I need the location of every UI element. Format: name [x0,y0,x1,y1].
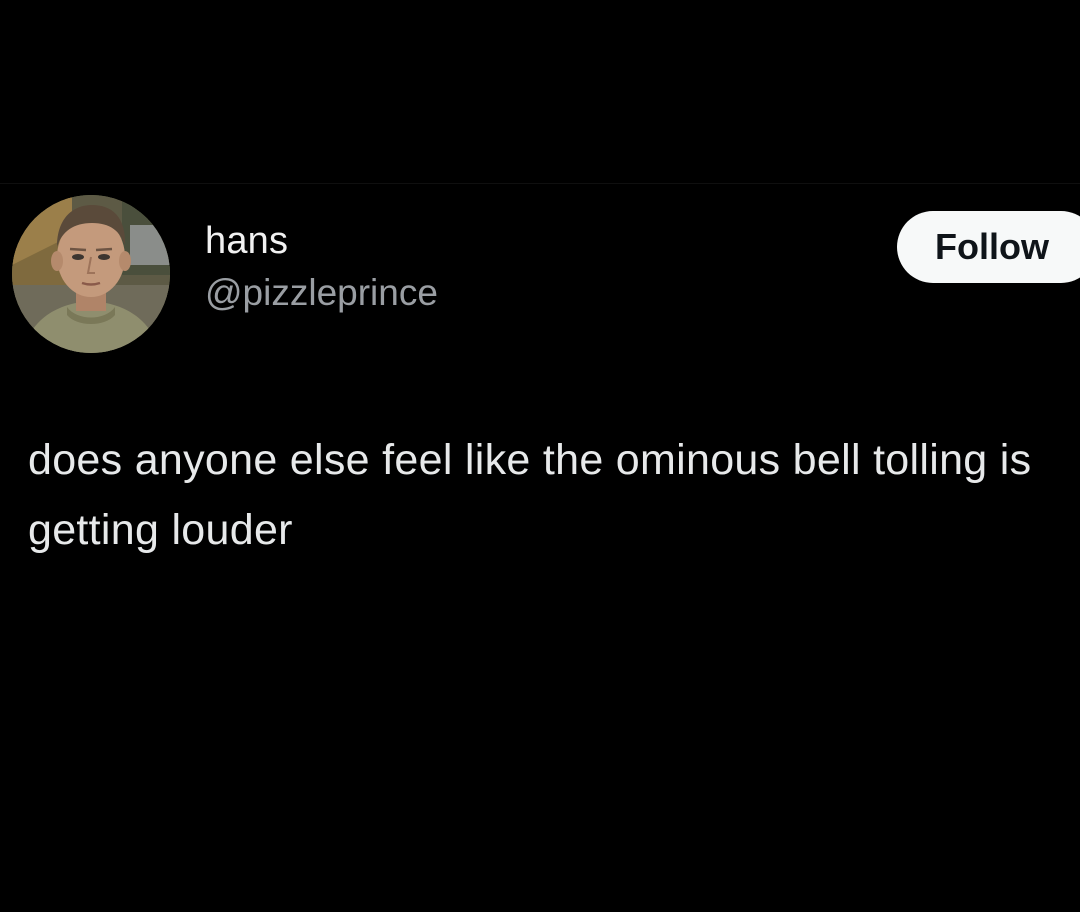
follow-button[interactable]: Follow [897,211,1080,283]
author-info: hans @pizzleprince [205,218,438,316]
post-text: does anyone else feel like the ominous b… [28,436,1032,554]
avatar-image [12,195,170,353]
author-display-name[interactable]: hans [205,218,438,264]
author-handle[interactable]: @pizzleprince [205,270,438,316]
avatar[interactable] [12,195,170,353]
post-card: hans @pizzleprince Follow does anyone el… [0,0,1080,912]
